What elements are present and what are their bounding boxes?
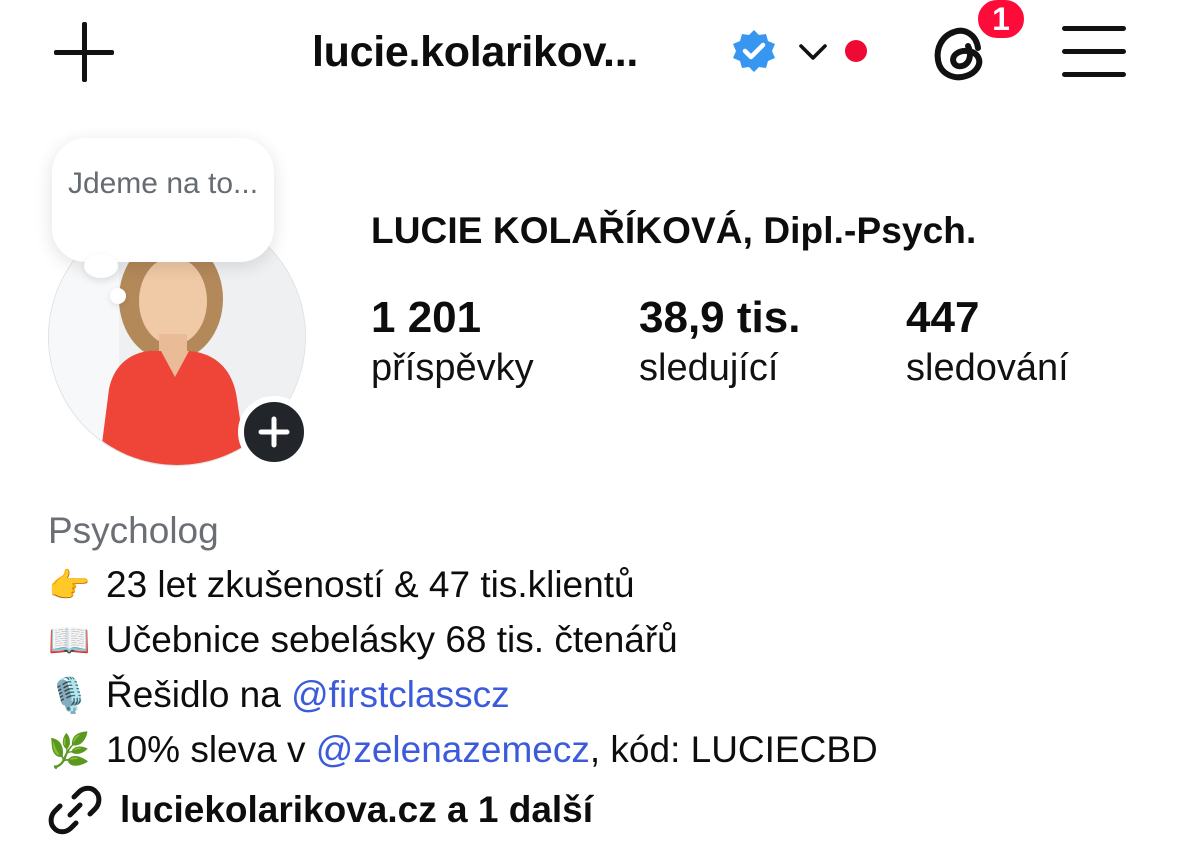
profile-full-name: LUCIE KOLAŘÍKOVÁ, Dipl.-Psych. bbox=[371, 210, 977, 251]
verified-icon bbox=[733, 30, 775, 72]
add-story-button[interactable] bbox=[238, 396, 310, 468]
bio-line: 🌿 10% sleva v @zelenazemecz, kód: LUCIECB… bbox=[48, 723, 878, 778]
bio-line-text: 10% sleva v bbox=[106, 729, 316, 770]
stat-following-label: sledování bbox=[906, 347, 1069, 389]
unread-dot bbox=[845, 40, 867, 62]
link-icon bbox=[48, 785, 102, 835]
herb-emoji: 🌿 bbox=[48, 732, 91, 770]
stat-followers-value: 38,9 tis. bbox=[639, 293, 801, 342]
bio-line: 🎙️ Řešidlo na @firstclasscz bbox=[48, 668, 878, 723]
stat-followers[interactable]: 38,9 tis. sledující bbox=[639, 292, 800, 392]
note-text: Jdeme na to... bbox=[67, 167, 259, 200]
bio-line-text: Řešidlo na bbox=[106, 674, 292, 715]
stat-following[interactable]: 447 sledování bbox=[906, 292, 1069, 392]
plus-icon bbox=[258, 416, 290, 448]
stat-following-value: 447 bbox=[906, 293, 980, 342]
chevron-down-icon[interactable] bbox=[798, 40, 828, 64]
mention-link[interactable]: @firstclasscz bbox=[291, 674, 509, 715]
notification-badge: 1 bbox=[974, 0, 1028, 42]
bio-link-text[interactable]: luciekolarikova.cz a 1 další bbox=[120, 789, 593, 831]
bio-line-suffix: , kód: LUCIECBD bbox=[589, 729, 878, 770]
stat-posts-label: příspěvky bbox=[371, 347, 534, 389]
note-bubble-tail bbox=[84, 254, 118, 278]
menu-icon[interactable] bbox=[1062, 26, 1126, 78]
stat-posts-value: 1 201 bbox=[371, 293, 482, 342]
microphone-emoji: 🎙️ bbox=[48, 677, 91, 715]
book-emoji: 📖 bbox=[48, 622, 91, 660]
bio-link[interactable]: luciekolarikova.cz a 1 další bbox=[48, 782, 593, 838]
bio-line: 👉 23 let zkušeností & 47 tis.klientů bbox=[48, 558, 878, 613]
bio-line-text: 23 let zkušeností & 47 tis.klientů bbox=[106, 564, 635, 605]
username-title[interactable]: lucie.kolarikov... bbox=[312, 28, 638, 77]
pointing-hand-emoji: 👉 bbox=[48, 567, 91, 605]
profile-bio: Psycholog 👉 23 let zkušeností & 47 tis.kl… bbox=[48, 504, 878, 778]
note-bubble-tail-small bbox=[110, 288, 126, 304]
bio-line: 📖 Učebnice sebelásky 68 tis. čtenářů bbox=[48, 613, 878, 668]
bio-category: Psycholog bbox=[48, 510, 219, 551]
create-plus-icon[interactable] bbox=[52, 22, 116, 82]
bio-line-text: Učebnice sebelásky 68 tis. čtenářů bbox=[106, 619, 678, 660]
note-bubble[interactable]: Jdeme na to... bbox=[52, 138, 274, 262]
mention-link[interactable]: @zelenazemecz bbox=[316, 729, 590, 770]
stat-followers-label: sledující bbox=[639, 347, 779, 389]
stat-posts[interactable]: 1 201 příspěvky bbox=[371, 292, 534, 392]
